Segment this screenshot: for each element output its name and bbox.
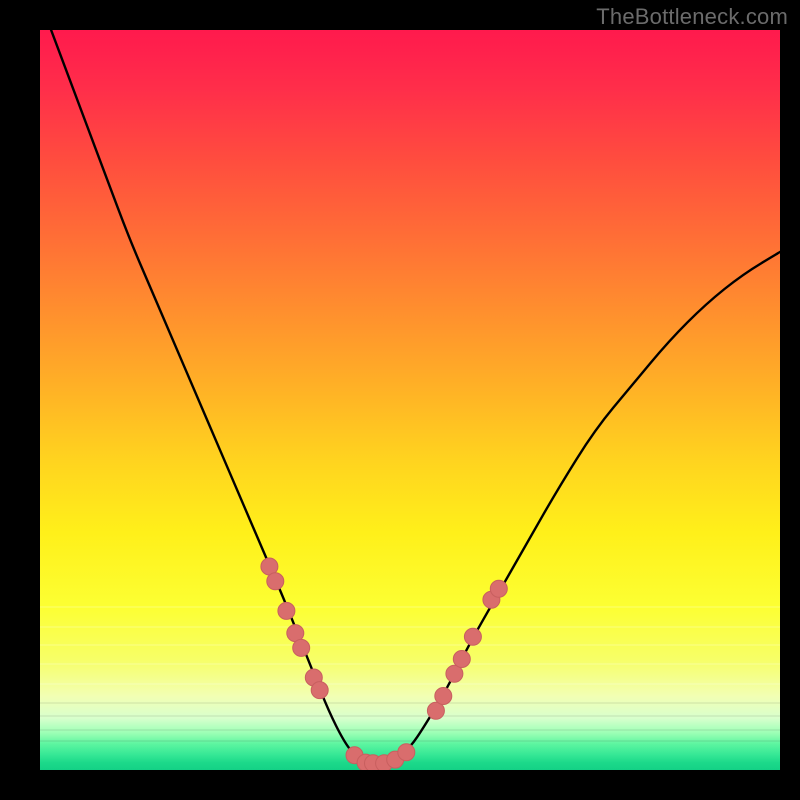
curve-marker: [398, 744, 415, 761]
curve-marker: [293, 639, 310, 656]
curve-svg: [40, 30, 780, 770]
plot-area: [40, 30, 780, 770]
bottleneck-curve: [40, 30, 780, 763]
curve-marker: [453, 651, 470, 668]
curve-marker: [267, 573, 284, 590]
curve-marker: [490, 580, 507, 597]
curve-marker: [311, 682, 328, 699]
curve-marker: [278, 602, 295, 619]
chart-frame: TheBottleneck.com: [0, 0, 800, 800]
curve-markers: [261, 558, 507, 770]
curve-marker: [464, 628, 481, 645]
watermark-text: TheBottleneck.com: [596, 4, 788, 30]
curve-marker: [435, 688, 452, 705]
